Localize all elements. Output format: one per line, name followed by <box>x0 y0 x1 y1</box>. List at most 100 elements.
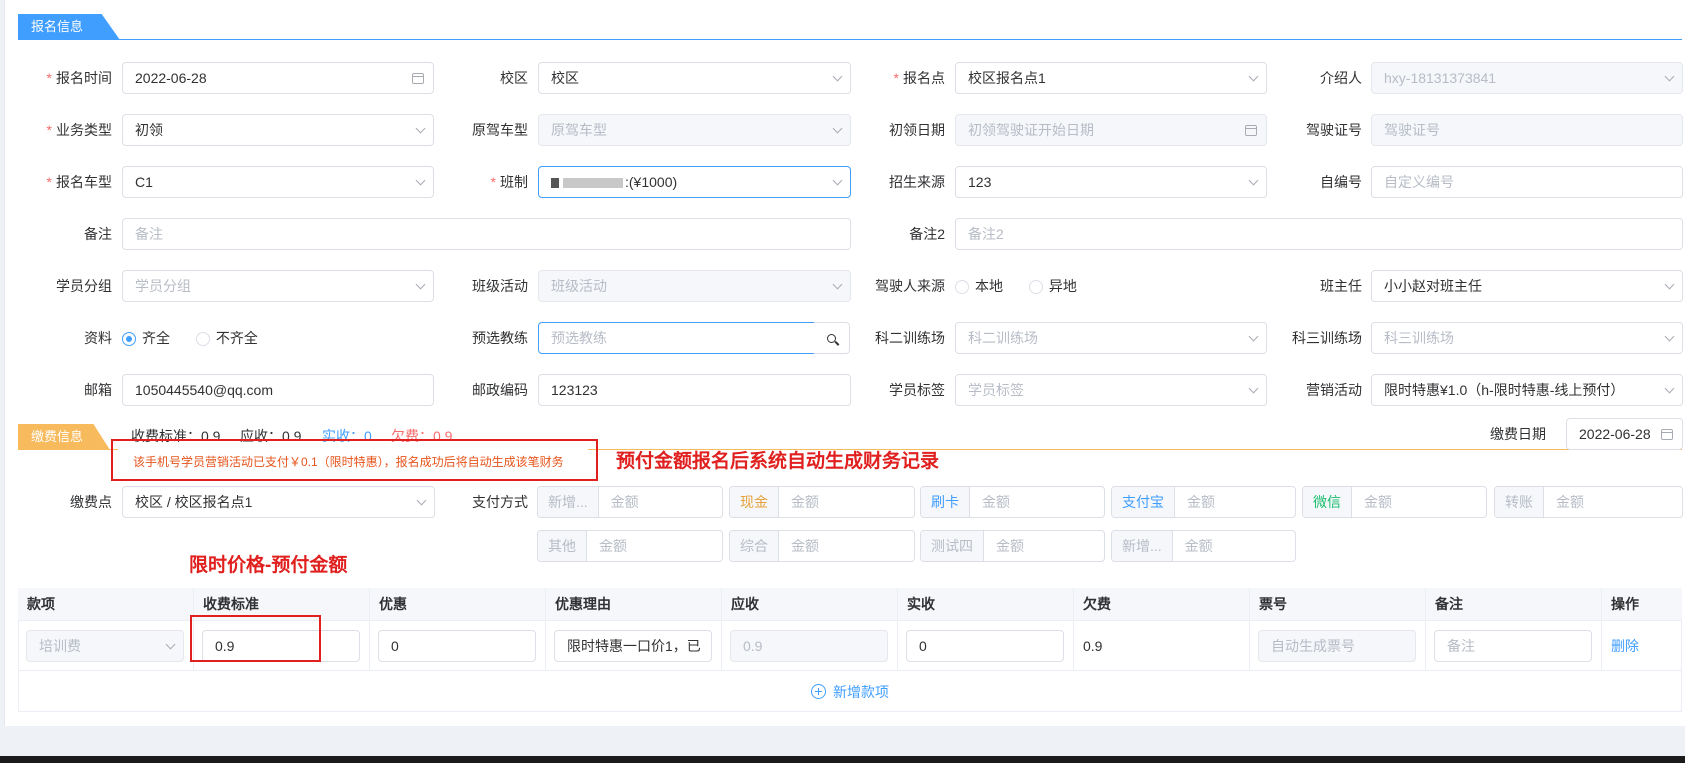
class-activity-select[interactable]: 班级活动 <box>538 270 851 302</box>
label-source: 招生来源 <box>889 174 945 190</box>
fee-remark-input[interactable]: 备注 <box>1434 630 1592 662</box>
chevron-down-icon <box>1248 71 1259 81</box>
col-header-discount: 优惠 <box>370 588 546 620</box>
pay-point-cascader[interactable]: 校区 / 校区报名点1 <box>122 486 435 518</box>
fee-item-select[interactable]: 培训费 <box>26 630 184 662</box>
add-fee-item-button[interactable]: 新增款项 <box>18 670 1682 712</box>
radio-complete[interactable]: 齐全 <box>122 330 170 347</box>
reg-time-date-picker[interactable]: 2022-06-28 <box>122 62 434 94</box>
label-license-no: 驾驶证号 <box>1306 122 1362 138</box>
table-row-cell: 0.9 <box>722 620 898 670</box>
coach-input[interactable]: 预选教练 <box>538 322 815 354</box>
fee-discount-input[interactable]: 0 <box>378 630 536 662</box>
label-reg-time: * 报名时间 <box>46 70 112 86</box>
referrer-select[interactable]: hxy-18131373841 <box>1371 62 1683 94</box>
pay-method-other[interactable]: 其他 金额 <box>537 530 723 562</box>
section-divider <box>18 39 1682 40</box>
table-row-cell: 0 <box>898 620 1074 670</box>
label-remark2: 备注2 <box>909 226 945 242</box>
label-email: 邮箱 <box>84 382 112 398</box>
pay-method-cash[interactable]: 现金 金额 <box>729 486 915 518</box>
remark2-input[interactable]: 备注2 <box>955 218 1683 250</box>
chevron-down-icon <box>415 175 426 185</box>
pay-method-card[interactable]: 刷卡 金额 <box>920 486 1105 518</box>
col-header-remark: 备注 <box>1426 588 1602 620</box>
marketing-select[interactable]: 限时特惠¥1.0（h-限时特惠-线上预付） <box>1371 374 1683 406</box>
chevron-down-icon <box>832 71 843 81</box>
label-student-tag: 学员标签 <box>889 382 945 398</box>
chevron-down-icon <box>1664 383 1675 393</box>
student-group-select[interactable]: 学员分组 <box>122 270 434 302</box>
chevron-down-icon <box>832 123 843 133</box>
subject3-select[interactable]: 科三训练场 <box>1371 322 1683 354</box>
label-campus: 校区 <box>500 70 528 86</box>
annotation-price-note: 限时价格-预付金额 <box>189 555 348 576</box>
chevron-down-icon <box>1664 71 1675 81</box>
radio-incomplete[interactable]: 不齐全 <box>195 330 258 347</box>
vehicle-type-select[interactable]: C1 <box>122 166 434 198</box>
chevron-down-icon <box>832 175 843 185</box>
remark-input[interactable]: 备注 <box>122 218 851 250</box>
pay-method-test4[interactable]: 测试四 金额 <box>920 530 1105 562</box>
label-head-teacher: 班主任 <box>1320 278 1362 294</box>
license-no-input[interactable]: 驾驶证号 <box>1371 114 1683 146</box>
fee-ticket-input[interactable]: 自动生成票号 <box>1258 630 1416 662</box>
table-row-cell: 删除 <box>1602 620 1682 670</box>
redacted-block <box>563 178 623 189</box>
chevron-down-icon <box>1248 383 1259 393</box>
campus-select[interactable]: 校区 <box>538 62 851 94</box>
col-header-ticket: 票号 <box>1250 588 1426 620</box>
head-teacher-select[interactable]: 小小赵对班主任 <box>1371 270 1683 302</box>
table-row-cell: 0.9 <box>1074 620 1250 670</box>
student-tag-select[interactable]: 学员标签 <box>955 374 1267 406</box>
radio-nonlocal[interactable]: 异地 <box>1028 278 1077 295</box>
col-header-action: 操作 <box>1602 588 1682 620</box>
chevron-down-icon <box>415 123 426 133</box>
pay-method-transfer[interactable]: 转账 金额 <box>1494 486 1683 518</box>
pay-date-picker[interactable]: 2022-06-28 <box>1566 418 1683 450</box>
search-icon <box>827 333 836 343</box>
calendar-icon <box>1245 124 1257 136</box>
orig-vehicle-select[interactable]: 原驾车型 <box>538 114 851 146</box>
business-type-select[interactable]: 初领 <box>122 114 434 146</box>
pay-method-new-1[interactable]: 新增... 金额 <box>537 486 723 518</box>
annotation-box <box>111 439 598 481</box>
label-custom-no: 自编号 <box>1320 174 1362 190</box>
annotation-prepay-note: 预付金额报名后系统自动生成财务记录 <box>616 451 940 472</box>
first-date-picker[interactable]: 初领驾驶证开始日期 <box>955 114 1267 146</box>
fee-reason-input[interactable]: 限时特惠一口价1，已 <box>554 630 712 662</box>
label-class: * 班制 <box>490 174 528 190</box>
chevron-down-icon <box>1248 331 1259 341</box>
pay-method-wechat[interactable]: 微信 金额 <box>1302 486 1487 518</box>
chevron-down-icon <box>1248 175 1259 185</box>
postcode-input[interactable]: 123123 <box>538 374 851 406</box>
fee-receivable-input[interactable]: 0.9 <box>730 630 888 662</box>
class-select[interactable]: :(¥1000) <box>538 166 851 198</box>
reg-point-select[interactable]: 校区报名点1 <box>955 62 1267 94</box>
delete-link[interactable]: 删除 <box>1611 621 1639 671</box>
subject2-select[interactable]: 科二训练场 <box>955 322 1267 354</box>
col-header-receivable: 应收 <box>722 588 898 620</box>
chevron-down-icon <box>1664 279 1675 289</box>
pay-method-combined[interactable]: 综合 金额 <box>729 530 915 562</box>
email-input[interactable]: 1050445540@qq.com <box>122 374 434 406</box>
label-class-activity: 班级活动 <box>472 278 528 294</box>
bottom-bar <box>0 756 1685 763</box>
source-select[interactable]: 123 <box>955 166 1267 198</box>
col-header-reason: 优惠理由 <box>546 588 722 620</box>
label-pay-date: 缴费日期 <box>1490 426 1546 442</box>
pay-method-alipay[interactable]: 支付宝 金额 <box>1111 486 1296 518</box>
label-reg-point: * 报名点 <box>893 70 945 86</box>
fee-received-input[interactable]: 0 <box>906 630 1064 662</box>
radio-local[interactable]: 本地 <box>955 278 1003 295</box>
pay-method-new-2[interactable]: 新增... 金额 <box>1111 530 1296 562</box>
label-pay-point: 缴费点 <box>70 494 112 510</box>
label-driver-source: 驾驶人来源 <box>875 278 945 294</box>
chevron-down-icon <box>416 495 427 505</box>
coach-search-button[interactable] <box>814 322 850 354</box>
plus-circle-icon <box>811 684 826 699</box>
table-row-cell: 自动生成票号 <box>1250 620 1426 670</box>
label-materials: 资料 <box>84 330 112 346</box>
custom-no-input[interactable]: 自定义编号 <box>1371 166 1683 198</box>
table-row-cell: 培训费 <box>18 620 194 670</box>
